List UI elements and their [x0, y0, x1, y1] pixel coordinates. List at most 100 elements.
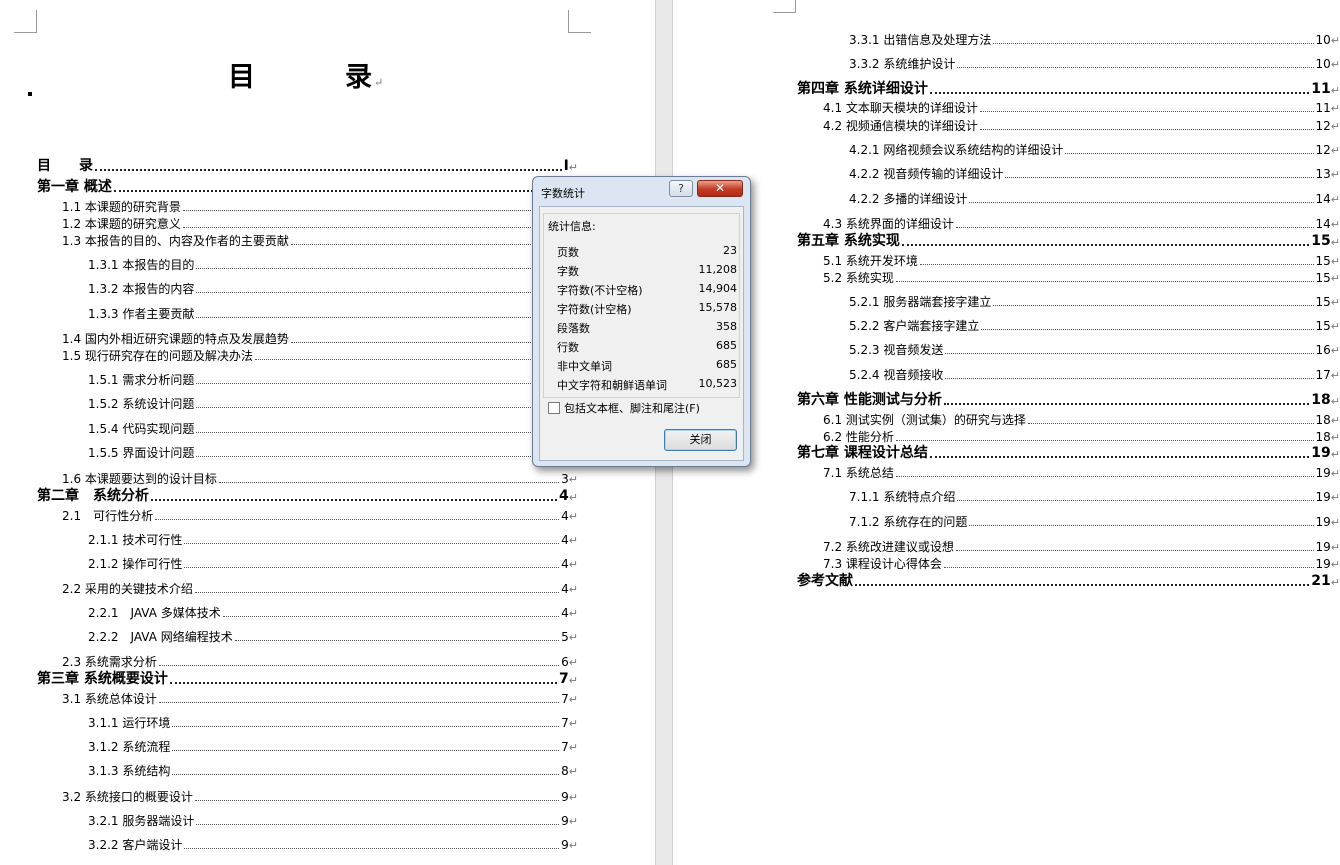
toc-entry[interactable]: 4.2.2 多播的详细设计 14 ↵: [849, 193, 1340, 205]
toc-entry[interactable]: 4.2.2 视音频传输的详细设计 13 ↵: [849, 168, 1340, 180]
toc-page-number: 8: [561, 764, 569, 778]
dot-leader: [155, 519, 560, 520]
toc-entry[interactable]: 7.1.1 系统特点介绍 19 ↵: [849, 491, 1340, 503]
toc-entry[interactable]: 7.2 系统改进建议或设想 19 ↵: [823, 541, 1340, 553]
toc-entry[interactable]: 5.2.1 服务器端套接字建立 15 ↵: [849, 296, 1340, 308]
toc-entry[interactable]: 1.1 本课题的研究背景1↵: [62, 201, 578, 213]
toc-entry[interactable]: 2.2.2 JAVA 网络编程技术 5 ↵: [88, 631, 578, 643]
toc-entry[interactable]: 2.2 采用的关键技术介绍 4 ↵: [62, 583, 578, 595]
toc-entry-text: 第三章 系统概要设计: [37, 671, 168, 687]
toc-chapter-entry[interactable]: 参考文献 21 ↵: [797, 574, 1340, 588]
stat-row: 中文字符和朝鲜语单词 10,523: [557, 377, 737, 393]
toc-entry[interactable]: 1.5.1 需求分析问题2↵: [88, 374, 578, 386]
paragraph-mark: ↵: [1330, 431, 1340, 444]
checkbox-box[interactable]: [548, 402, 560, 414]
toc-entry[interactable]: 1.4 国内外相近研究课题的特点及发展趋势2↵: [62, 333, 578, 345]
paragraph-mark: ↵: [568, 631, 578, 644]
toc-entry[interactable]: 2.1.1 技术可行性 4 ↵: [88, 534, 578, 546]
toc-entry[interactable]: 3.3.1 出错信息及处理方法 10 ↵: [849, 34, 1340, 46]
toc-entry[interactable]: 3.1.3 系统结构 8 ↵: [88, 765, 578, 777]
stat-value: 11,208: [698, 263, 738, 276]
toc-entry[interactable]: 3.1.2 系统流程 7 ↵: [88, 741, 578, 753]
paragraph-mark: ↵: [568, 815, 578, 828]
toc-entry[interactable]: 1.3.3 作者主要贡献2↵: [88, 308, 578, 320]
toc-chapter-entry[interactable]: 第二章 系统分析 4 ↵: [37, 489, 578, 503]
include-textbox-checkbox[interactable]: 包括文本框、脚注和尾注(F): [548, 400, 700, 416]
toc-chapter-entry[interactable]: 第七章 课程设计总结 19 ↵: [797, 446, 1340, 460]
toc-entry-text: 7.1.2 系统存在的问题: [849, 515, 968, 529]
dot-leader: [1005, 177, 1314, 178]
toc-entry[interactable]: 3.1 系统总体设计 7 ↵: [62, 693, 578, 705]
toc-entry[interactable]: 1.5 现行研究存在的问题及解决办法2↵: [62, 350, 578, 362]
toc-chapter-entry[interactable]: 第五章 系统实现 15 ↵: [797, 234, 1340, 248]
toc-entry[interactable]: 3.2 系统接口的概要设计 9 ↵: [62, 791, 578, 803]
toc-chapter-entry[interactable]: 目 录 I ↵: [37, 159, 578, 173]
toc-entry[interactable]: 1.5.5 界面设计问题3↵: [88, 447, 578, 459]
toc-entry[interactable]: 4.1 文本聊天模块的详细设计 11 ↵: [823, 102, 1340, 114]
toc-entry[interactable]: 2.3 系统需求分析 6 ↵: [62, 656, 578, 668]
stat-row: 页数 23: [557, 244, 737, 260]
dot-leader: [194, 592, 560, 593]
toc-entry[interactable]: 3.2.1 服务器端设计 9 ↵: [88, 815, 578, 827]
toc-entry[interactable]: 1.5.2 系统设计问题2↵: [88, 398, 578, 410]
dot-leader: [222, 616, 560, 617]
toc-entry[interactable]: 5.1 系统开发环境 15 ↵: [823, 255, 1340, 267]
toc-chapter-entry[interactable]: 第六章 性能测试与分析 18 ↵: [797, 393, 1340, 407]
toc-entry[interactable]: 4.2.1 网络视频会议系统结构的详细设计 12 ↵: [849, 144, 1340, 156]
dot-leader: [969, 525, 1314, 526]
toc-entry[interactable]: 5.2 系统实现 15 ↵: [823, 272, 1340, 284]
toc-entry[interactable]: 1.3 本报告的目的、内容及作者的主要贡献1↵: [62, 235, 578, 247]
dialog-body: 统计信息: 页数 23 字数 11,208 字符数(不计空格) 14,904 字符数(计空格…: [539, 206, 744, 461]
toc-entry[interactable]: 7.3 课程设计心得体会 19 ↵: [823, 558, 1340, 570]
toc-chapter-entry[interactable]: 第四章 系统详细设计 11 ↵: [797, 82, 1340, 96]
toc-entry-text: 7.1 系统总结: [823, 466, 894, 480]
toc-chapter-entry[interactable]: 第三章 系统概要设计 7 ↵: [37, 672, 578, 686]
word-count-dialog[interactable]: 字数统计 ? ✕ 统计信息: 页数 23 字数 11,208 字符数(不计空格) 14,9…: [532, 176, 751, 467]
toc-entry[interactable]: 2.1 可行性分析 4 ↵: [62, 510, 578, 522]
toc-entry[interactable]: 4.3 系统界面的详细设计 14 ↵: [823, 218, 1340, 230]
toc-entry[interactable]: 3.3.2 系统维护设计 10 ↵: [849, 58, 1340, 70]
toc-entry[interactable]: 6.2 性能分析 18 ↵: [823, 431, 1340, 443]
toc-page-number: 19: [1315, 557, 1331, 571]
toc-entry[interactable]: 6.1 测试实例（测试集）的研究与选择 18 ↵: [823, 414, 1340, 426]
paragraph-mark: ↵: [568, 674, 578, 687]
close-button[interactable]: 关闭: [664, 429, 737, 451]
toc-entry[interactable]: 2.1.2 操作可行性 4 ↵: [88, 558, 578, 570]
toc-entry[interactable]: 1.3.1 本报告的目的1↵: [88, 259, 578, 271]
toc-entry-text: 目 录: [37, 158, 93, 174]
dialog-titlebar[interactable]: 字数统计 ? ✕: [533, 177, 750, 205]
toc-entry[interactable]: 1.5.4 代码实现问题3↵: [88, 423, 578, 435]
toc-entry[interactable]: 1.3.2 本报告的内容1↵: [88, 283, 578, 295]
toc-entry[interactable]: 5.2.3 视音频发送 16 ↵: [849, 344, 1340, 356]
toc-entry[interactable]: 5.2.4 视音频接收 17 ↵: [849, 369, 1340, 381]
toc-page-number: 4: [561, 582, 569, 596]
paragraph-mark: ↵: [1330, 84, 1340, 97]
toc-entry[interactable]: 7.1 系统总结 19 ↵: [823, 467, 1340, 479]
dot-leader: [1065, 153, 1314, 154]
toc-entry[interactable]: 5.2.2 客户端套接字建立 15 ↵: [849, 320, 1340, 332]
dot-leader: [234, 640, 560, 641]
toc-page-number: 18: [1311, 392, 1331, 408]
paragraph-mark: ↵: [1330, 516, 1340, 529]
help-button[interactable]: ?: [669, 180, 693, 197]
toc-entry[interactable]: 4.2 视频通信模块的详细设计 12 ↵: [823, 120, 1340, 132]
toc-entry-text: 1.3.3 作者主要贡献: [88, 307, 195, 321]
toc-page-number: 14: [1315, 192, 1331, 206]
document-page-right[interactable]: 3.3.1 出错信息及处理方法 10 ↵ 3.3.2 系统维护设计 10 ↵ 第四章 系统详…: [673, 0, 1340, 865]
toc-entry-text: 参考文献: [797, 573, 853, 589]
paragraph-mark: ↵: [1330, 414, 1340, 427]
toc-entry[interactable]: 1.6 本课题要达到的设计目标 3 ↵: [62, 473, 578, 485]
toc-entry[interactable]: 2.2.1 JAVA 多媒体技术 4 ↵: [88, 607, 578, 619]
toc-entry[interactable]: 7.1.2 系统存在的问题 19 ↵: [849, 516, 1340, 528]
toc-page-number: 17: [1315, 368, 1331, 382]
stat-row: 非中文单词 685: [557, 358, 737, 374]
toc-entry-text: 第五章 系统实现: [797, 233, 900, 249]
close-icon[interactable]: ✕: [697, 180, 743, 197]
toc-entry[interactable]: 3.1.1 运行环境 7 ↵: [88, 717, 578, 729]
paragraph-mark: ↵: [1330, 467, 1340, 480]
toc-chapter-entry[interactable]: 第一章 概述1↵: [37, 180, 578, 194]
dot-leader: [196, 432, 560, 433]
toc-entry[interactable]: 1.2 本课题的研究意义1↵: [62, 218, 578, 230]
toc-entry[interactable]: 3.2.2 客户端设计 9 ↵: [88, 839, 578, 851]
dot-leader: [172, 774, 560, 775]
